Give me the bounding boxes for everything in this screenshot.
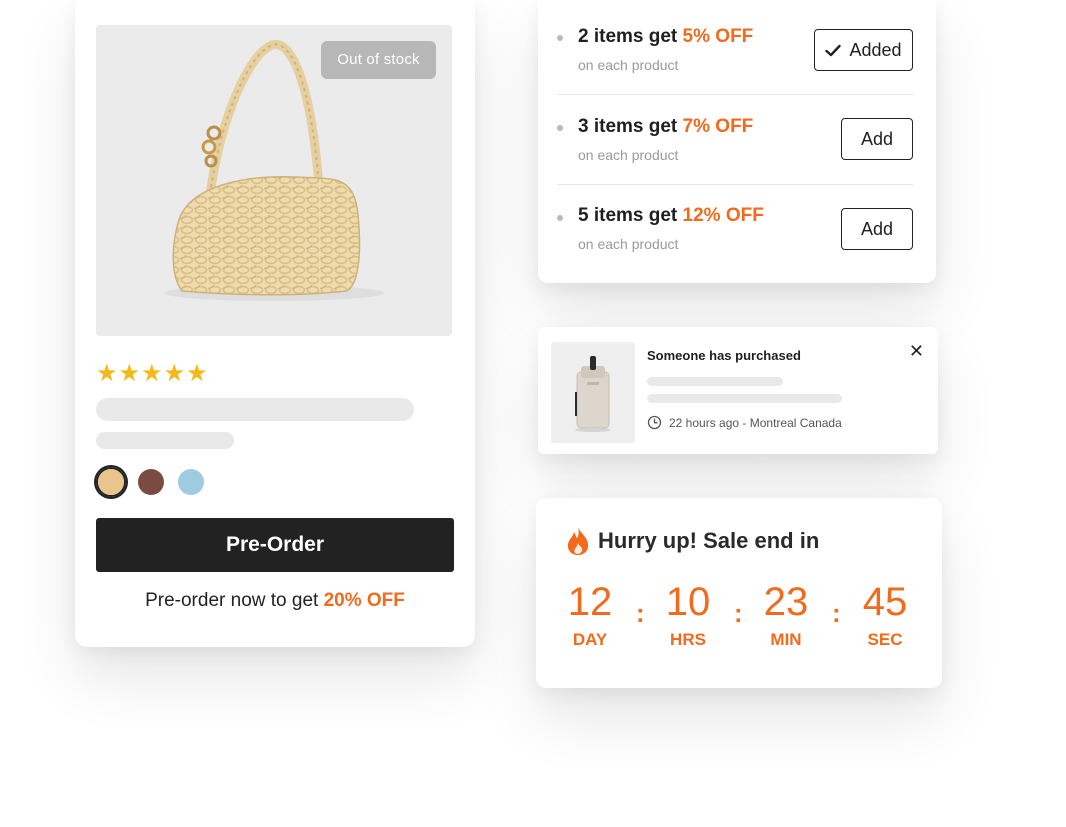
swatch-light-blue[interactable] bbox=[176, 467, 206, 497]
rating-stars: ★ ★ ★ ★ ★ bbox=[96, 362, 208, 386]
tier-subtitle: on each product bbox=[578, 147, 679, 163]
pre-order-button[interactable]: Pre-Order bbox=[96, 518, 454, 572]
tier-subtitle: on each product bbox=[578, 57, 679, 73]
product-detail-placeholder bbox=[647, 394, 842, 403]
add-button[interactable]: Add bbox=[841, 208, 913, 250]
product-image[interactable]: Out of stock bbox=[96, 25, 452, 336]
notification-title: Someone has purchased bbox=[647, 348, 801, 363]
swatch-beige[interactable] bbox=[96, 467, 126, 497]
star-icon: ★ bbox=[141, 360, 163, 387]
product-card: Out of stock ★ ★ ★ ★ ★ Pre-Order Pre-ord… bbox=[75, 0, 475, 647]
tier-discount: 12% OFF bbox=[682, 205, 764, 226]
title-placeholder bbox=[96, 398, 414, 421]
added-button-label: Added bbox=[849, 39, 902, 60]
color-swatches bbox=[96, 467, 206, 497]
check-icon bbox=[825, 44, 842, 56]
tier-title: 2 items get 5% OFF bbox=[578, 26, 753, 48]
pre-order-discount: 20% OFF bbox=[323, 590, 405, 611]
star-icon: ★ bbox=[163, 360, 186, 387]
price-placeholder bbox=[96, 432, 234, 449]
clock-icon bbox=[647, 415, 662, 430]
swatch-brown[interactable] bbox=[136, 467, 166, 497]
time-separator: : bbox=[832, 598, 841, 628]
star-icon: ★ bbox=[118, 360, 141, 387]
days-label: DAY bbox=[572, 630, 608, 649]
bullet-icon bbox=[557, 215, 563, 221]
pre-order-note-text: Pre-order now to get bbox=[145, 590, 324, 611]
bullet-icon bbox=[557, 35, 563, 41]
stage: Out of stock ★ ★ ★ ★ ★ Pre-Order Pre-ord… bbox=[0, 0, 1066, 827]
tier-quantity: 5 items get bbox=[578, 205, 683, 226]
tier-row: 5 items get 12% OFF on each product Add bbox=[557, 184, 913, 274]
hours-value: 10 bbox=[665, 580, 711, 624]
tier-title: 3 items get 7% OFF bbox=[578, 116, 753, 138]
star-icon: ★ bbox=[186, 360, 208, 387]
tier-quantity: 3 items get bbox=[578, 116, 683, 137]
countdown-days: 12 DAY bbox=[550, 580, 630, 650]
seconds-value: 45 bbox=[862, 580, 908, 624]
star-icon: ★ bbox=[96, 360, 118, 387]
minutes-value: 23 bbox=[763, 580, 809, 624]
minutes-label: MIN bbox=[770, 630, 802, 649]
added-button[interactable]: Added bbox=[814, 29, 913, 71]
tier-quantity: 2 items get bbox=[578, 26, 683, 47]
tier-subtitle: on each product bbox=[578, 236, 679, 252]
hours-label: HRS bbox=[670, 630, 706, 649]
countdown-timer-card: Hurry up! Sale end in 12 DAY : 10 HRS : … bbox=[536, 498, 942, 688]
countdown-seconds: 45 SEC bbox=[845, 580, 925, 650]
tier-title: 5 items get 12% OFF bbox=[578, 205, 764, 227]
tier-discount: 5% OFF bbox=[682, 26, 754, 47]
seconds-label: SEC bbox=[867, 630, 903, 649]
backpack-image bbox=[551, 342, 635, 443]
days-value: 12 bbox=[567, 580, 613, 624]
pre-order-note: Pre-order now to get 20% OFF bbox=[75, 590, 475, 612]
bullet-icon bbox=[557, 125, 563, 131]
time-separator: : bbox=[734, 598, 743, 628]
countdown-hours: 10 HRS bbox=[648, 580, 728, 650]
countdown-title: Hurry up! Sale end in bbox=[598, 528, 820, 553]
product-name-placeholder bbox=[647, 377, 783, 386]
tier-row: 3 items get 7% OFF on each product Add bbox=[557, 94, 913, 184]
tier-discount: 7% OFF bbox=[682, 116, 754, 137]
countdown-minutes: 23 MIN bbox=[746, 580, 826, 650]
flame-icon bbox=[567, 527, 589, 555]
notification-time-location: 22 hours ago - Montreal Canada bbox=[669, 415, 842, 430]
notification-meta: 22 hours ago - Montreal Canada bbox=[647, 415, 842, 430]
time-separator: : bbox=[636, 598, 645, 628]
purchase-notification: Someone has purchased ✕ 22 hours ago - M… bbox=[538, 327, 938, 454]
close-icon[interactable]: ✕ bbox=[909, 342, 924, 360]
tier-row: 2 items get 5% OFF on each product Added bbox=[557, 0, 913, 90]
bundle-discount-card: 2 items get 5% OFF on each product Added… bbox=[538, 0, 936, 283]
add-button[interactable]: Add bbox=[841, 118, 913, 160]
out-of-stock-badge: Out of stock bbox=[321, 41, 436, 79]
